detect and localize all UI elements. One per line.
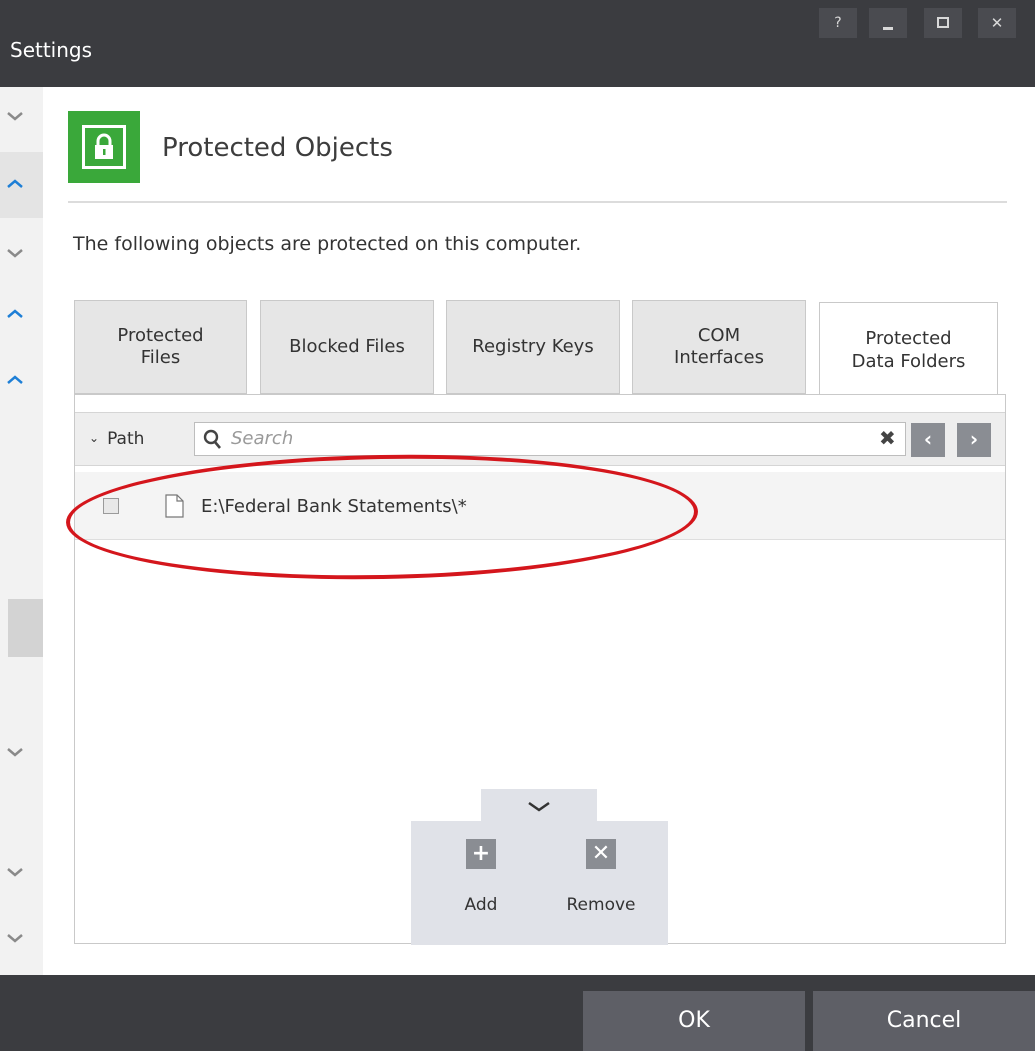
file-icon (165, 494, 184, 518)
plus-icon: + (466, 839, 496, 869)
chevron-down-icon[interactable] (6, 247, 24, 259)
tab-label: COM (697, 324, 741, 346)
path-column-header[interactable]: ⌄ Path (89, 429, 144, 449)
maximize-button[interactable] (924, 8, 962, 38)
path-column-label: Path (107, 429, 145, 449)
left-sidebar (0, 87, 43, 975)
chevron-down-icon (528, 801, 550, 812)
page-description: The following objects are protected on t… (73, 233, 582, 255)
help-button[interactable]: ? (819, 8, 857, 38)
action-dock: + Add ✕ Remove (411, 821, 668, 945)
close-icon: ✕ (990, 14, 1004, 32)
tab-label: Registry Keys (472, 335, 594, 357)
chevron-down-icon: ⌄ (89, 431, 100, 445)
tab-label: Data Folders (851, 350, 966, 372)
search-icon (203, 428, 223, 450)
previous-page-button[interactable]: ‹ (911, 423, 945, 457)
row-path: E:\Federal Bank Statements\* (201, 496, 467, 517)
row-checkbox[interactable] (103, 498, 119, 514)
title-bar: Settings ? ✕ (0, 0, 1035, 87)
protected-objects-icon (68, 111, 140, 183)
chevron-up-icon[interactable] (6, 178, 24, 190)
table-row[interactable]: E:\Federal Bank Statements\* (75, 472, 1005, 540)
window-title: Settings (10, 38, 93, 62)
minimize-icon (883, 27, 893, 30)
lock-icon (82, 125, 126, 169)
chevron-down-icon[interactable] (6, 932, 24, 944)
close-button[interactable]: ✕ (978, 8, 1016, 38)
tab-protected-data-folders[interactable]: Protected Data Folders (819, 302, 998, 398)
tab-blocked-files[interactable]: Blocked Files (260, 300, 434, 394)
remove-button[interactable]: ✕ Remove (561, 839, 641, 915)
page-title: Protected Objects (162, 133, 393, 163)
collapse-actions-toggle[interactable] (481, 789, 597, 821)
tab-protected-files[interactable]: Protected Files (74, 300, 247, 394)
search-placeholder: Search (231, 428, 294, 449)
tab-label: Interfaces (674, 347, 764, 368)
remove-label: Remove (566, 895, 636, 915)
next-page-button[interactable]: › (957, 423, 991, 457)
tab-label: Protected (117, 324, 204, 346)
tab-label: Files (140, 347, 181, 368)
chevron-down-icon[interactable] (6, 110, 24, 122)
scrollbar-thumb[interactable] (8, 599, 43, 657)
minimize-button[interactable] (869, 8, 907, 38)
add-button[interactable]: + Add (441, 839, 521, 915)
tab-com-interfaces[interactable]: COM Interfaces (632, 300, 806, 394)
dialog-footer: OK Cancel (0, 975, 1035, 1051)
add-label: Add (464, 895, 498, 915)
chevron-down-icon[interactable] (6, 866, 24, 878)
cancel-button[interactable]: Cancel (813, 991, 1035, 1051)
header-divider (68, 201, 1007, 203)
chevron-up-icon[interactable] (6, 308, 24, 320)
chevron-up-icon[interactable] (6, 374, 24, 386)
close-x-icon: ✕ (586, 839, 616, 869)
tab-registry-keys[interactable]: Registry Keys (446, 300, 620, 394)
ok-button[interactable]: OK (583, 991, 805, 1051)
tab-label: Protected (865, 328, 952, 349)
clear-icon[interactable]: ✖ (879, 426, 896, 450)
search-input[interactable]: Search ✖ (194, 422, 906, 456)
maximize-icon (937, 17, 949, 28)
tab-label: Blocked Files (289, 335, 405, 357)
chevron-down-icon[interactable] (6, 746, 24, 758)
